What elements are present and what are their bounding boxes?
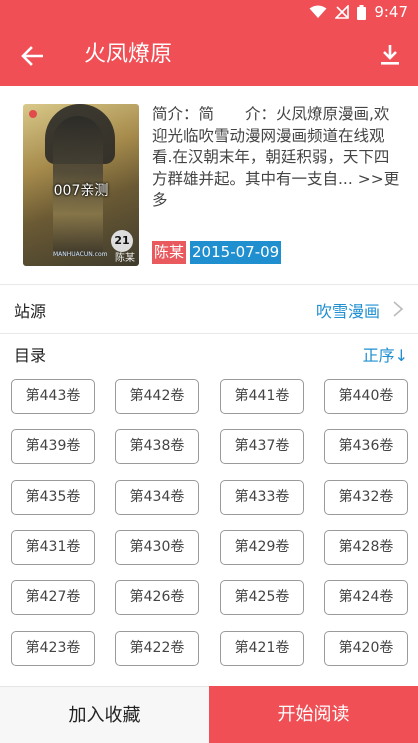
chapter-button[interactable]: 第429卷 [220,530,304,565]
chapter-button[interactable]: 第432卷 [324,480,408,515]
chapter-button[interactable]: 第438卷 [115,429,199,464]
status-time: 9:47 [374,3,408,21]
app-toolbar: 火凤燎原 [0,26,418,86]
chapter-button[interactable]: 第441卷 [220,379,304,414]
chapter-button[interactable]: 第435卷 [11,480,95,515]
description-text: 简介：简 介：火凤燎原漫画,欢迎光临吹雪动漫网漫画频道在线观看.在汉朝末年，朝廷… [152,105,390,188]
chevron-right-icon [392,301,404,317]
author-tag: 陈某 [152,241,187,264]
chapter-button[interactable]: 第433卷 [220,480,304,515]
chapter-button[interactable]: 第423卷 [11,631,95,666]
cover-badge [29,110,37,118]
add-favorite-button[interactable]: 加入收藏 [0,686,209,743]
chapter-button[interactable]: 第427卷 [11,580,95,615]
chapter-button[interactable]: 第424卷 [324,580,408,615]
arrow-left-icon[interactable] [14,40,50,72]
chapter-button[interactable]: 第425卷 [220,580,304,615]
chapter-button[interactable]: 第420卷 [324,631,408,666]
download-icon[interactable] [374,39,406,71]
start-reading-button[interactable]: 开始阅读 [209,686,418,743]
chapter-button[interactable]: 第437卷 [220,429,304,464]
page-title: 火凤燎原 [84,42,173,67]
battery-icon [357,4,367,20]
catalog-header: 目录 正序↓ [0,335,418,371]
book-tags: 陈某 2015-07-09 [152,241,282,264]
book-info: 007亲测 MANHUACUN.com 21 陈某 简介：简 介：火凤燎原漫画,… [0,86,418,284]
chapter-button[interactable]: 第434卷 [115,480,199,515]
wifi-icon [309,5,327,19]
cover-watermark: MANHUACUN.com [53,251,108,258]
status-bar: 9:47 [0,0,418,26]
signal-off-icon [335,5,350,19]
source-value[interactable]: 吹雪漫画 [316,298,380,322]
chapter-button[interactable]: 第430卷 [115,530,199,565]
book-description: 简介：简 介：火凤燎原漫画,欢迎光临吹雪动漫网漫画频道在线观看.在汉朝末年，朝廷… [152,104,400,212]
sort-toggle[interactable]: 正序↓ [363,342,408,366]
chapter-button[interactable]: 第443卷 [11,379,95,414]
catalog-label: 目录 [14,346,47,365]
chapter-button[interactable]: 第421卷 [220,631,304,666]
bottom-action-bar: 加入收藏 开始阅读 [0,686,418,743]
chapter-button[interactable]: 第431卷 [11,530,95,565]
chapter-button[interactable]: 第439卷 [11,429,95,464]
divider [0,333,418,334]
source-label: 站源 [14,302,47,321]
chapter-button[interactable]: 第440卷 [324,379,408,414]
cover-corner-text: 陈某 [115,253,135,264]
chapter-button[interactable]: 第426卷 [115,580,199,615]
book-cover[interactable]: 007亲测 MANHUACUN.com 21 陈某 [23,104,139,266]
chapter-button[interactable]: 第422卷 [115,631,199,666]
source-row[interactable]: 站源 吹雪漫画 [0,285,418,333]
chapter-button[interactable]: 第436卷 [324,429,408,464]
chapter-button[interactable]: 第442卷 [115,379,199,414]
chapter-button[interactable]: 第428卷 [324,530,408,565]
cover-caption: 007亲测 [53,183,109,199]
date-tag: 2015-07-09 [190,241,282,264]
